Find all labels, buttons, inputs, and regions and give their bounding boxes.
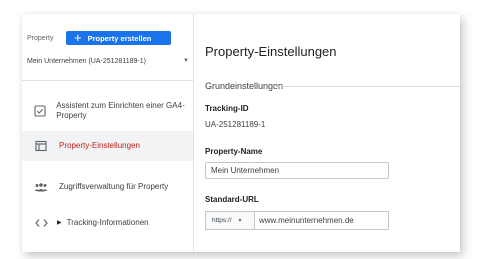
expand-triangle-icon: ▶ xyxy=(57,220,62,226)
property-sidebar: Property + Property erstellen Mein Unter… xyxy=(22,14,194,252)
standard-url-label: Standard-URL xyxy=(205,195,259,204)
plus-icon: + xyxy=(74,30,82,45)
account-selector[interactable]: Mein Unternehmen (UA-251281189-1) ▼ xyxy=(27,54,189,68)
sidebar-item-label: Property-Einstellungen xyxy=(59,141,140,150)
url-scheme-select[interactable]: https:// ▼ xyxy=(205,211,254,230)
tracking-id-label: Tracking-ID xyxy=(205,104,249,113)
divider xyxy=(22,80,194,81)
standard-url-row: https:// ▼ www.meinunternehmen.de xyxy=(205,211,389,230)
sidebar-item-property-settings[interactable]: Property-Einstellungen xyxy=(22,131,193,161)
property-settings-main: Property-Einstellungen Grundeinstellunge… xyxy=(194,14,460,252)
admin-panel: Property + Property erstellen Mein Unter… xyxy=(22,14,460,252)
checklist-icon xyxy=(31,105,48,117)
section-divider xyxy=(274,86,460,87)
section-title: Grundeinstellungen xyxy=(205,81,284,91)
standard-url-value: www.meinunternehmen.de xyxy=(259,216,354,225)
dropdown-caret-icon: ▼ xyxy=(237,217,243,224)
create-property-button[interactable]: + Property erstellen xyxy=(66,31,171,45)
sidebar-item-label: Assistent zum Einrichten einer GA4-Prope… xyxy=(56,101,185,120)
property-name-value: Mein Unternehmen xyxy=(211,166,280,175)
sidebar-item-setup-assistant[interactable]: Assistent zum Einrichten einer GA4-Prope… xyxy=(22,95,193,127)
sidebar-item-label: Zugriffsverwaltung für Property xyxy=(59,182,169,191)
page-layout-icon xyxy=(31,140,51,152)
create-property-label: Property erstellen xyxy=(87,33,152,43)
property-label: Property xyxy=(27,34,54,42)
dropdown-caret-icon: ▼ xyxy=(183,58,189,64)
standard-url-input[interactable]: www.meinunternehmen.de xyxy=(254,211,389,230)
page-title: Property-Einstellungen xyxy=(205,44,337,59)
code-icon xyxy=(31,218,51,228)
account-selector-value: Mein Unternehmen (UA-251281189-1) xyxy=(27,57,146,65)
property-name-input[interactable]: Mein Unternehmen xyxy=(205,162,389,179)
sidebar-item-tracking-info[interactable]: ▶ Tracking-Informationen xyxy=(22,214,193,232)
property-name-label: Property-Name xyxy=(205,147,263,156)
sidebar-item-label-wrap: ▶ Tracking-Informationen xyxy=(57,218,149,228)
people-icon xyxy=(31,182,51,192)
url-scheme-value: https:// xyxy=(212,217,232,224)
property-header: Property + Property erstellen xyxy=(27,31,171,45)
sidebar-item-access-management[interactable]: Zugriffsverwaltung für Property xyxy=(22,172,193,202)
sidebar-item-label: Tracking-Informationen xyxy=(66,218,149,227)
tracking-id-value: UA-251281189-1 xyxy=(205,120,266,129)
